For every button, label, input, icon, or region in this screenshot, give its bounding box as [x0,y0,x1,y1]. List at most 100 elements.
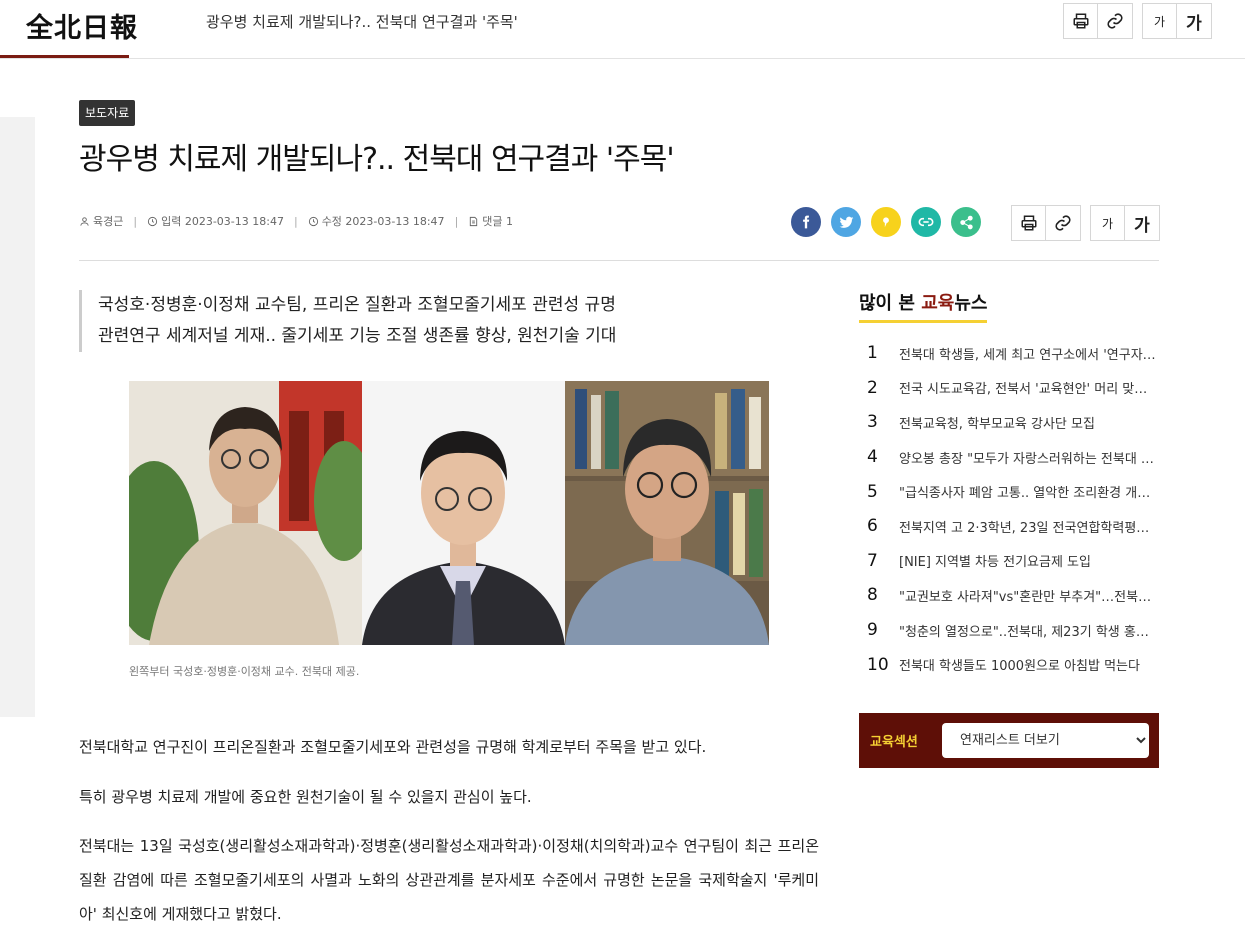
lead-line: 관련연구 세계저널 게재.. 줄기세포 기능 조절 생존률 향상, 원천기술 기… [98,326,617,346]
meta-separator: | [454,214,459,228]
rank-number: 1 [867,343,878,364]
popular-item[interactable]: 10 전북대 학생들도 1000원으로 아침밥 먹는다 [859,647,1159,682]
kakao-share-button[interactable] [871,207,901,237]
popular-item-title[interactable]: 전국 시도교육감, 전북서 '교육현안' 머리 맞댄다 [899,378,1157,397]
share-icon [959,215,973,229]
published-text: 입력 2023-03-13 18:47 [161,215,284,228]
popular-item-title[interactable]: [NIE] 지역별 차등 전기요금제 도입 [899,551,1157,570]
section-label: 교육섹션 [870,735,918,750]
share-buttons [791,207,981,237]
kakao-story-icon [883,217,889,228]
link-icon [1107,13,1123,29]
article-paragraph: 전북대학교 연구진이 프리온질환과 조혈모줄기세포와 관련성을 규명해 학계로부… [79,738,707,756]
popular-item-title[interactable]: "급식종사자 폐암 고통.. 열악한 조리환경 개선… [899,482,1157,501]
popular-item[interactable]: 7 [NIE] 지역별 차등 전기요금제 도입 [859,544,1159,579]
lead-line: 국성호·정병훈·이정채 교수팀, 프리온 질환과 조혈모줄기세포 관련성 규명 [98,295,616,315]
rank-number: 2 [867,377,878,398]
popular-item-title[interactable]: 전북지역 고 2·3학년, 23일 전국연합학력평… [899,517,1157,536]
header-divider [79,260,1159,261]
rank-number: 8 [867,585,878,606]
article-font-smaller-button[interactable]: 가 [1091,206,1125,240]
clock-icon [148,216,158,226]
popular-item[interactable]: 8 "교권보호 사라져"vs"혼란만 부추겨"…전북교… [859,578,1159,613]
left-decorative-band [0,117,35,717]
popular-news-list: 1 전북대 학생들, 세계 최고 연구소에서 '연구자 … 2 전국 시도교육감, … [859,336,1159,682]
popular-item[interactable]: 1 전북대 학생들, 세계 최고 연구소에서 '연구자 … [859,336,1159,371]
popular-item[interactable]: 5 "급식종사자 폐암 고통.. 열악한 조리환경 개선… [859,474,1159,509]
photo-caption: 왼쪽부터 국성호·정병훈·이정채 교수. 전북대 제공. [129,665,360,678]
professor-photo-3 [565,381,769,645]
article-title: 광우병 치료제 개발되나?.. 전북대 연구결과 '주목' [79,142,675,177]
author: 육경근 [79,213,123,229]
rank-number: 10 [867,654,889,675]
top-header: 全北日報 광우병 치료제 개발되나?.. 전북대 연구결과 '주목' 가 가 [0,0,1245,59]
popular-item-title[interactable]: 양오봉 총장 "모두가 자랑스러워하는 전북대 … [899,448,1157,467]
link-share-button[interactable] [911,207,941,237]
article-print-button[interactable] [1012,206,1046,240]
link-icon [1055,215,1071,231]
article-font-larger-button[interactable]: 가 [1125,206,1159,240]
popular-item[interactable]: 6 전북지역 고 2·3학년, 23일 전국연합학력평… [859,509,1159,544]
category-badge[interactable]: 보도자료 [79,100,136,126]
meta-separator: | [293,214,298,228]
article-lead: 국성호·정병훈·이정채 교수팀, 프리온 질환과 조혈모줄기세포 관련성 규명 … [79,290,818,352]
rank-number: 9 [867,620,878,641]
professor-portrait-1 [129,381,362,645]
professor-photo-2 [362,381,565,645]
popular-item-title[interactable]: 전북대 학생들도 1000원으로 아침밥 먹는다 [899,655,1157,674]
article-font-size-group: 가 가 [1090,205,1160,241]
published-time: 입력 2023-03-13 18:47 [147,213,284,229]
rank-number: 6 [867,516,878,537]
rank-number: 4 [867,447,878,468]
site-logo[interactable]: 全北日報 [26,6,138,45]
copy-link-button[interactable] [1098,4,1132,38]
popular-item[interactable]: 3 전북교육청, 학부모교육 강사단 모집 [859,405,1159,440]
popular-item[interactable]: 9 "청춘의 열정으로"..전북대, 제23기 학생 홍보… [859,613,1159,648]
font-larger-button[interactable]: 가 [1177,4,1211,38]
header-font-size-group: 가 가 [1142,3,1212,39]
professor-portrait-3 [565,381,769,645]
series-list-select[interactable]: 연재리스트 더보기 [942,723,1149,758]
popular-item-title[interactable]: "청춘의 열정으로"..전북대, 제23기 학생 홍보… [899,621,1157,640]
popular-item[interactable]: 4 양오봉 총장 "모두가 자랑스러워하는 전북대 … [859,440,1159,475]
article-meta: 육경근 | 입력 2023-03-13 18:47 | 수정 2023-03-1… [79,213,513,229]
popular-title-suffix: 뉴스 [954,293,988,314]
comment-count[interactable]: 댓글 1 [468,213,513,229]
clock-icon [308,216,318,226]
header-article-title: 광우병 치료제 개발되나?.. 전북대 연구결과 '주목' [206,13,518,31]
meta-separator: | [133,214,138,228]
logo-underline [0,55,129,58]
printer-icon [1021,215,1036,231]
comment-text: 댓글 1 [482,215,514,228]
popular-item-title[interactable]: "교권보호 사라져"vs"혼란만 부추겨"…전북교… [899,586,1157,605]
facebook-share-button[interactable] [791,207,821,237]
header-tool-group [1063,3,1133,39]
rank-number: 3 [867,412,878,433]
article-tool-group [1011,205,1081,241]
author-name: 육경근 [93,215,124,228]
twitter-icon [839,216,853,228]
more-share-button[interactable] [951,207,981,237]
article-paragraph: 특히 광우병 치료제 개발에 중요한 원천기술이 될 수 있을지 관심이 높다. [79,788,532,806]
user-icon [80,216,89,226]
article-photo[interactable] [129,381,769,645]
rank-number: 7 [867,550,878,571]
article-paragraph: 전북대는 13일 국성호(생리활성소재과학과)·정병훈(생리활성소재과학과)·이… [79,837,819,923]
print-button[interactable] [1064,4,1098,38]
popular-item[interactable]: 2 전국 시도교육감, 전북서 '교육현안' 머리 맞댄다 [859,371,1159,406]
popular-title-prefix: 많이 본 [859,293,922,314]
popular-news-title: 많이 본 교육뉴스 [859,289,988,323]
popular-title-highlight: 교육 [921,293,955,314]
popular-item-title[interactable]: 전북대 학생들, 세계 최고 연구소에서 '연구자 … [899,344,1157,363]
comment-icon [470,216,478,226]
article-copy-link-button[interactable] [1046,206,1080,240]
twitter-share-button[interactable] [831,207,861,237]
rank-number: 5 [867,481,878,502]
link-icon [918,217,934,227]
popular-item-title[interactable]: 전북교육청, 학부모교육 강사단 모집 [899,413,1157,432]
professor-photo-1 [129,381,362,645]
facebook-icon [803,215,810,229]
education-section-box: 교육섹션 연재리스트 더보기 [859,713,1159,768]
font-smaller-button[interactable]: 가 [1143,4,1177,38]
modified-time: 수정 2023-03-13 18:47 [308,213,445,229]
